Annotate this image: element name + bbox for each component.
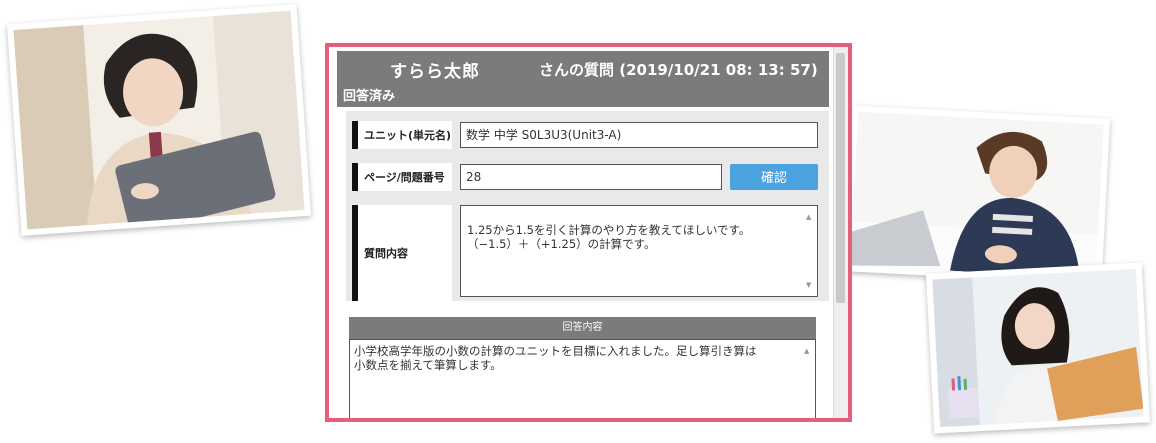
question-detail-panel: すらら太郎 さんの質問 (2019/10/21 08: 13: 57) 回答済み… bbox=[325, 43, 852, 422]
status-badge: 回答済み bbox=[343, 89, 396, 104]
page-number-label: ページ/問題番号 bbox=[352, 163, 452, 191]
page-number-field[interactable]: 28 bbox=[460, 164, 722, 190]
student-with-tablet-photo bbox=[6, 4, 312, 236]
unit-field[interactable]: 数学 中学 S0L3U3(Unit3-A) bbox=[460, 122, 818, 148]
textarea-scroll-arrows[interactable]: ▲ ▼ bbox=[806, 206, 814, 296]
girl-with-laptop-photo bbox=[925, 262, 1151, 434]
unit-label: ユニット(単元名) bbox=[352, 121, 452, 149]
question-content-textarea[interactable]: 1.25から1.5を引く計算のやり方を教えてほしいです。 （−1.5）＋（+1.… bbox=[460, 205, 818, 297]
answer-content-textarea[interactable]: 小学校高学年版の小数の計算のユニットを目標に入れました。足し算引き算は 小数点を… bbox=[349, 339, 816, 418]
question-header: すらら太郎 さんの質問 (2019/10/21 08: 13: 57) 回答済み bbox=[337, 51, 829, 107]
scroll-up-icon[interactable]: ▲ bbox=[804, 344, 809, 358]
answer-content-header: 回答内容 bbox=[349, 317, 816, 339]
scroll-down-icon[interactable]: ▼ bbox=[806, 278, 811, 292]
boy-writing-at-laptop-photo bbox=[843, 105, 1111, 285]
scrollbar-thumb[interactable] bbox=[836, 53, 845, 303]
answer-scroll-arrows[interactable]: ▲ bbox=[804, 340, 812, 418]
student-with-tablet-image bbox=[13, 10, 305, 230]
question-text: 1.25から1.5を引く計算のやり方を教えてほしいです。 （−1.5）＋（+1.… bbox=[467, 223, 751, 251]
girl-with-laptop-image bbox=[932, 268, 1144, 428]
student-name: すらら太郎 bbox=[390, 62, 480, 82]
question-subject-timestamp: さんの質問 (2019/10/21 08: 13: 57) bbox=[539, 61, 818, 79]
panel-scrollbar[interactable] bbox=[833, 47, 848, 418]
question-content-label: 質問内容 bbox=[352, 205, 452, 301]
boy-writing-image bbox=[850, 111, 1104, 279]
scroll-up-icon[interactable]: ▲ bbox=[806, 210, 811, 224]
answer-text: 小学校高学年版の小数の計算のユニットを目標に入れました。足し算引き算は 小数点を… bbox=[354, 344, 757, 372]
confirm-button[interactable]: 確認 bbox=[730, 164, 818, 190]
question-form: ユニット(単元名) 数学 中学 S0L3U3(Unit3-A) ページ/問題番号… bbox=[346, 111, 829, 301]
